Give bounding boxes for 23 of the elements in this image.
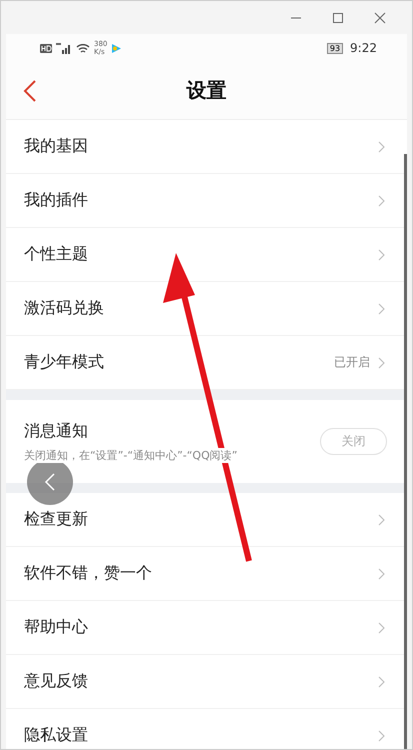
chevron-icon [378,194,385,206]
chevron-icon [378,248,385,260]
maximize-icon[interactable] [332,12,344,24]
chevron-icon [378,676,385,688]
chevron-icon [378,356,385,368]
chevron-icon [378,514,385,526]
back-icon[interactable] [23,80,37,102]
chevron-icon [378,622,385,634]
play-icon [111,42,122,54]
page-title: 设置 [186,77,226,104]
battery-level: 93 [326,42,344,54]
clock: 9:22 [350,41,377,55]
chevron-icon [378,568,385,580]
hd-icon [40,44,52,52]
chevron-icon [378,302,385,314]
close-icon[interactable] [374,12,386,24]
notification-hint: 关闭通知，在“设置”-“通知中心”-“QQ阅读” [24,448,238,462]
chevron-icon [378,140,385,152]
notification-label: 消息通知 [24,420,89,442]
chevron-icon [378,730,385,742]
wifi-icon [76,42,90,54]
chevron-left-icon [44,472,56,492]
signal-icon [56,42,72,54]
